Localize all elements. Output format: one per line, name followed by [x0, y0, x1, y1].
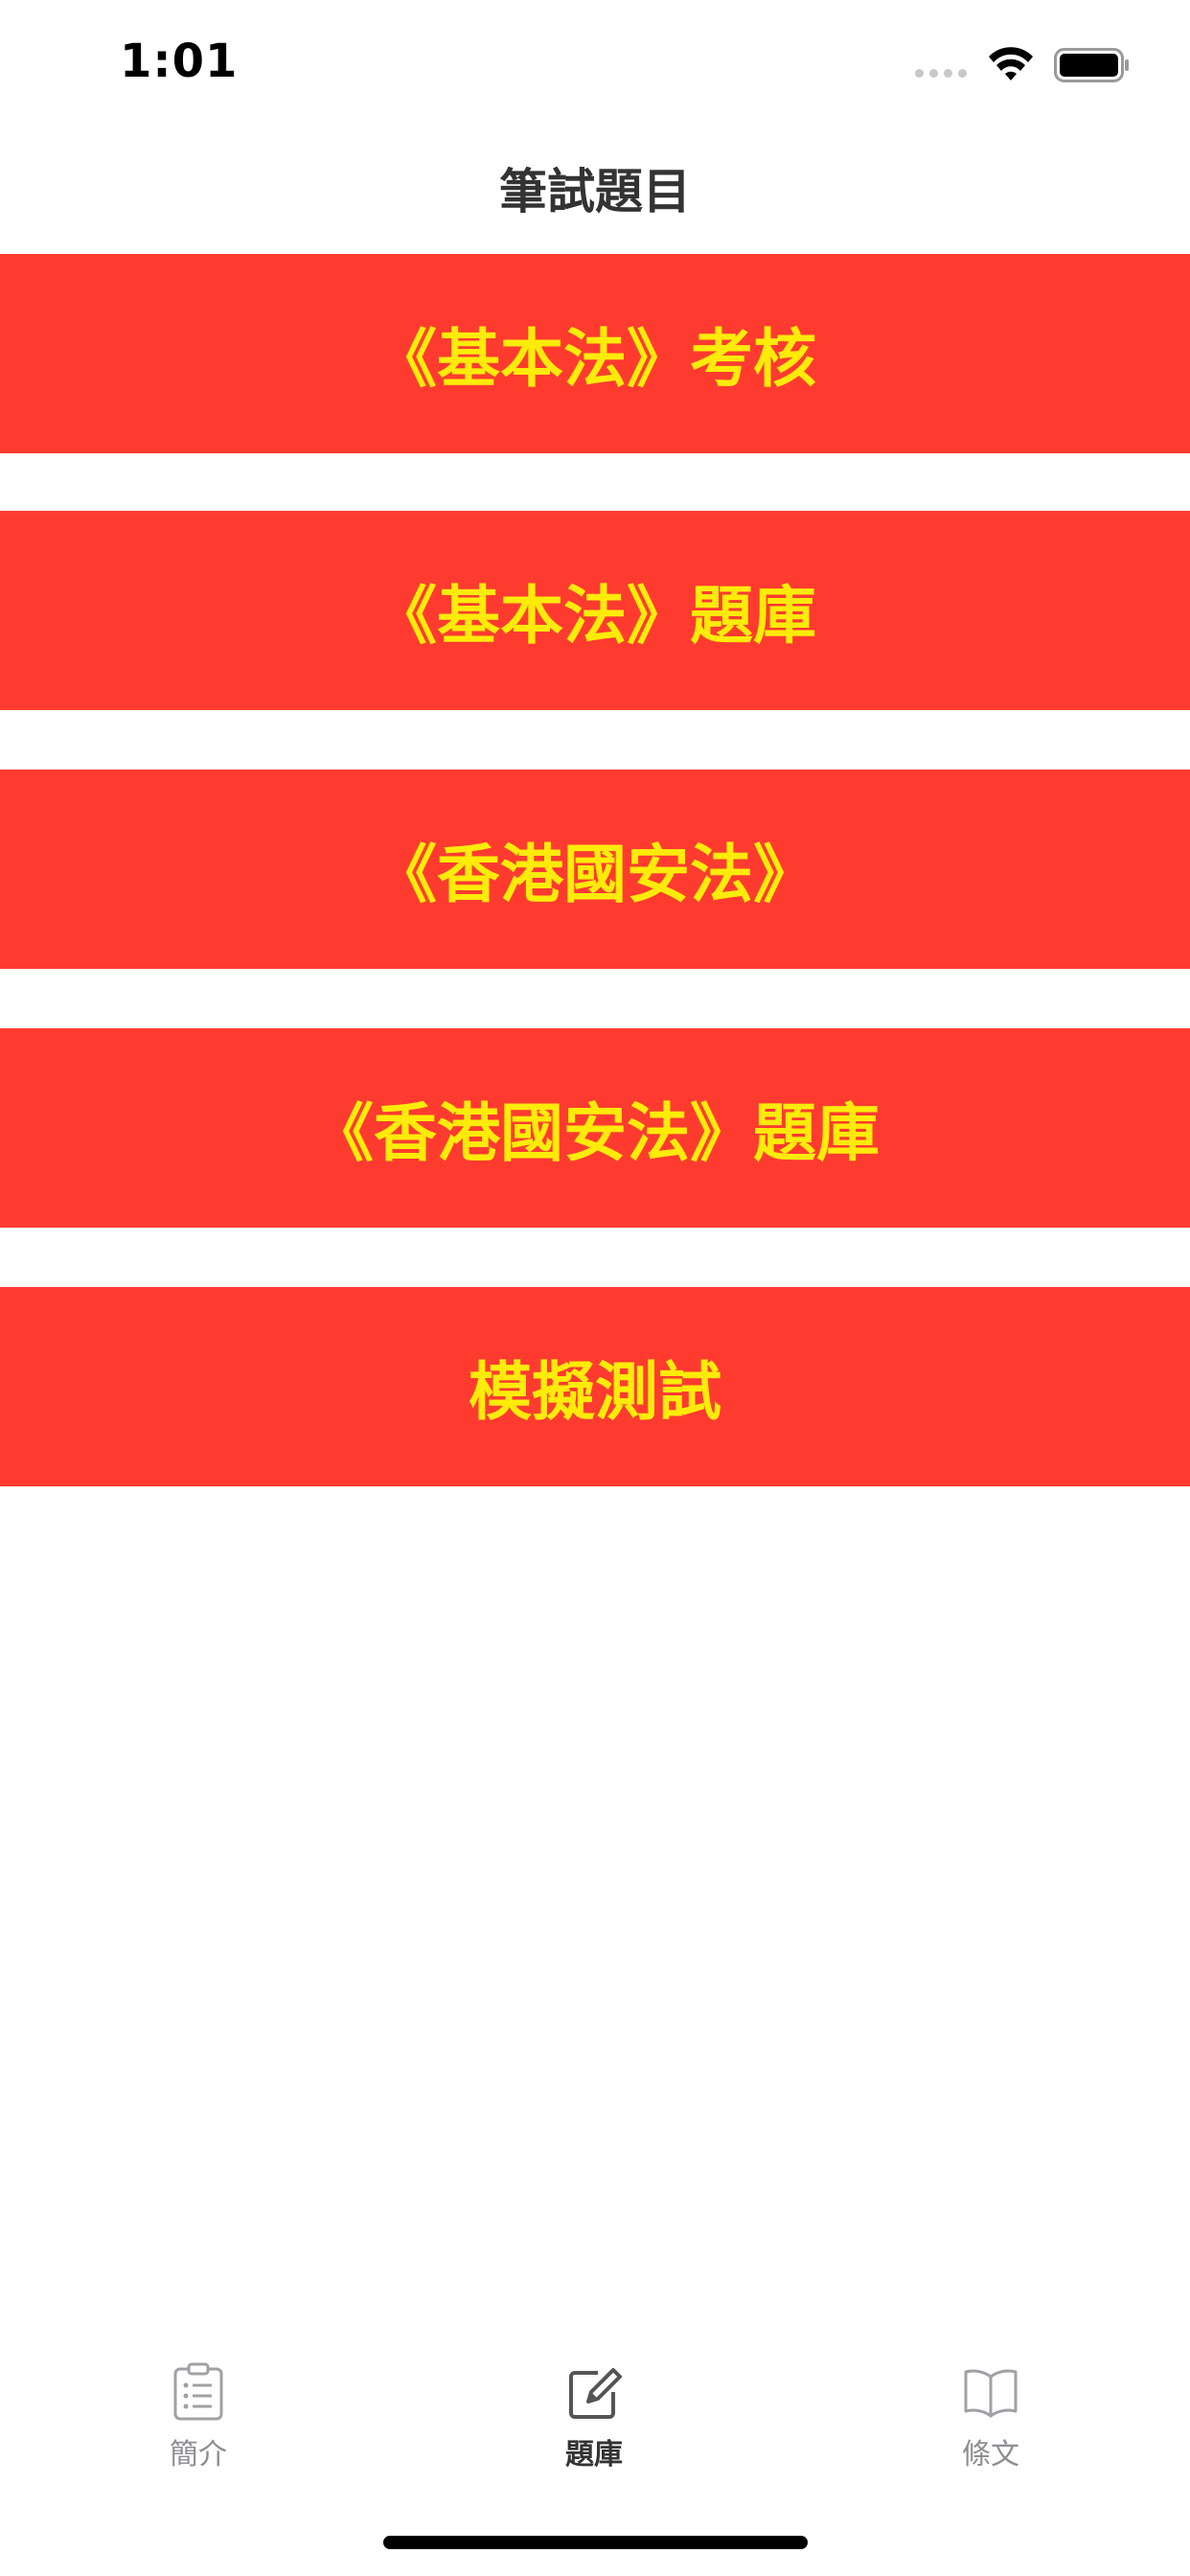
book-icon	[964, 2369, 1018, 2418]
tab-articles-label: 條文	[962, 2438, 1019, 2472]
tab-question-bank[interactable]: 題庫	[498, 2338, 690, 2482]
status-time: 1:01	[120, 34, 239, 88]
national-security-law-button[interactable]: 《香港國安法》	[0, 770, 1190, 969]
national-security-law-question-bank-button[interactable]: 《香港國安法》題庫	[0, 1028, 1190, 1228]
battery-icon	[1054, 48, 1129, 82]
clipboard-icon	[173, 2362, 223, 2421]
home-indicator[interactable]	[383, 2536, 808, 2549]
tab-articles[interactable]: 條文	[895, 2338, 1087, 2482]
mock-test-button[interactable]: 模擬測試	[0, 1287, 1190, 1486]
edit-icon	[569, 2368, 622, 2419]
cellular-signal-icon	[915, 69, 967, 78]
status-bar: 1:01	[0, 0, 1190, 134]
tab-intro[interactable]: 簡介	[103, 2338, 294, 2482]
tab-bar: 簡介 題庫 條文	[0, 2338, 1190, 2492]
basic-law-assessment-button[interactable]: 《基本法》考核	[0, 254, 1190, 453]
tab-intro-label: 簡介	[170, 2438, 227, 2472]
page-title: 筆試題目	[499, 164, 691, 219]
basic-law-question-bank-button[interactable]: 《基本法》題庫	[0, 511, 1190, 710]
tab-question-bank-label: 題庫	[565, 2438, 623, 2472]
wifi-icon	[989, 47, 1033, 80]
